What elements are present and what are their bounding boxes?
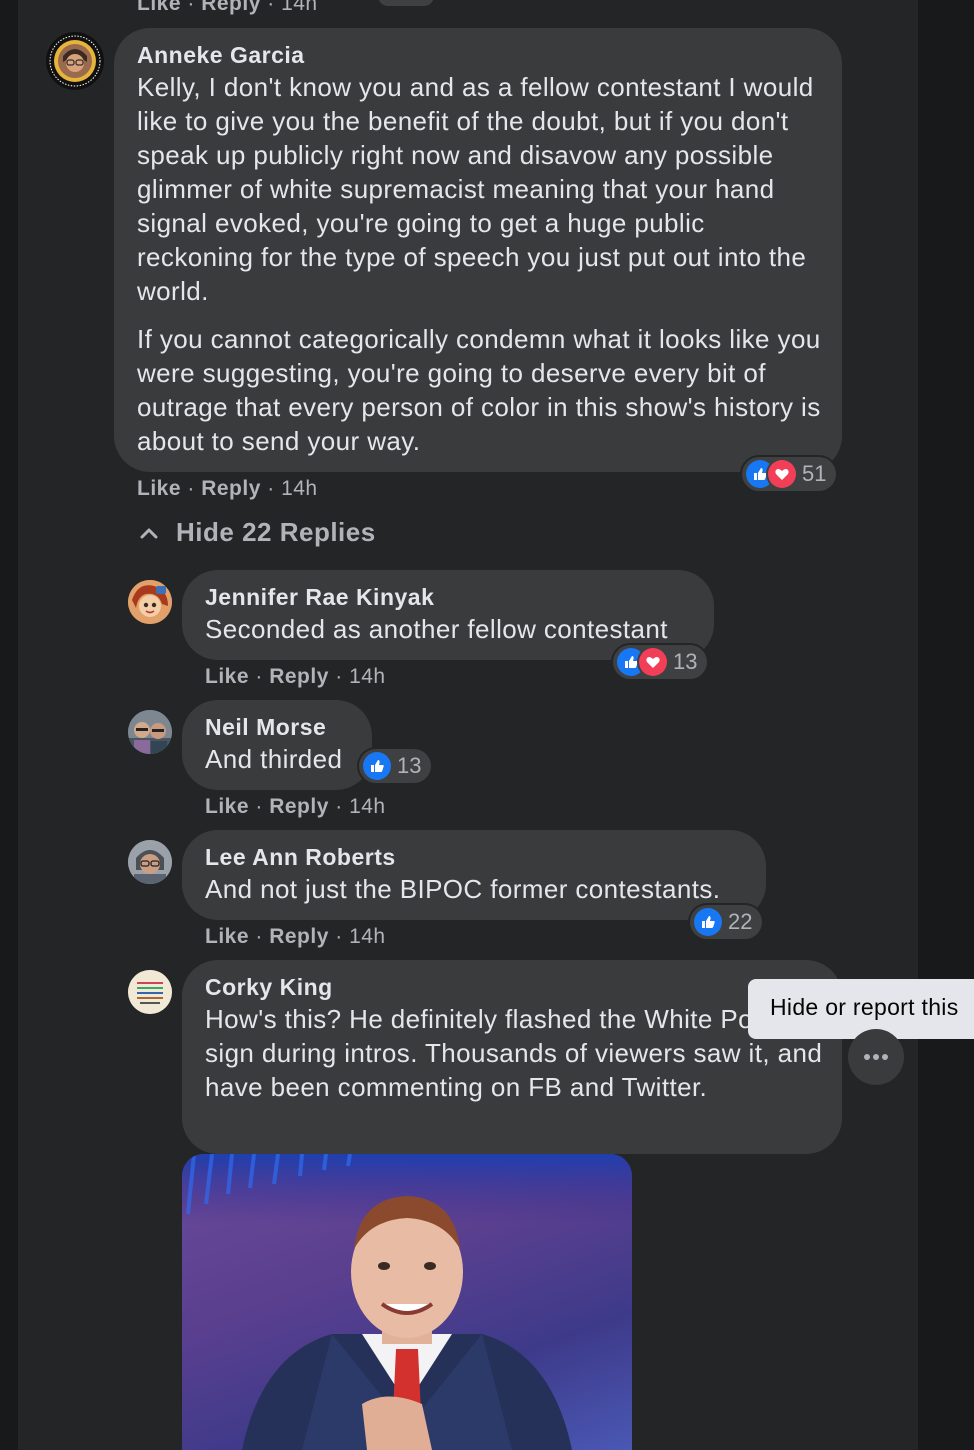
reply-link[interactable]: Reply [269, 665, 329, 688]
reaction-count: 51 [802, 461, 827, 486]
reply-link[interactable]: Reply [269, 795, 329, 818]
more-options-button[interactable] [848, 1029, 904, 1085]
timestamp: 14h [349, 925, 386, 948]
like-link[interactable]: Like [205, 795, 249, 818]
avatar[interactable] [46, 32, 104, 90]
avatar[interactable] [128, 840, 172, 884]
reply-bubble: Corky King How's this? He definitely fla… [182, 960, 842, 1154]
reply-actions: Like · Reply · 14h [205, 925, 386, 948]
reaction-count-badge[interactable]: 13 [613, 645, 708, 679]
reply-text: How's this? He definitely flashed the Wh… [205, 1004, 823, 1102]
hide-or-report-tooltip: Hide or report this [748, 979, 974, 1039]
reply-link[interactable]: Reply [201, 477, 261, 500]
reaction-count: 22 [728, 909, 753, 934]
hide-replies-label: Hide 22 Replies [176, 517, 376, 547]
timestamp: 14h [281, 477, 318, 500]
reply-author[interactable]: Jennifer Rae Kinyak [205, 584, 434, 611]
blm-badge-avatar [47, 33, 103, 89]
comment-text: Kelly, I don't know you and as a fellow … [137, 72, 814, 306]
reply-author[interactable]: Lee Ann Roberts [205, 844, 396, 871]
comment-author[interactable]: Anneke Garcia [137, 42, 305, 69]
comment-text: If you cannot categorically condemn what… [137, 324, 821, 456]
love-reaction-icon [639, 648, 667, 676]
reply-link[interactable]: Reply [269, 925, 329, 948]
avatar[interactable] [128, 970, 172, 1014]
comment-bubble: Anneke Garcia Kelly, I don't know you an… [114, 28, 842, 472]
photo-avatar-image [128, 840, 172, 884]
sign-avatar-image [128, 970, 172, 1014]
reply-text: And thirded [205, 744, 343, 774]
love-reaction-icon [768, 460, 796, 488]
reaction-count-badge[interactable]: 13 [359, 749, 432, 783]
reply-bubble: Neil Morse And thirded [182, 700, 372, 790]
timestamp: 14h [349, 665, 386, 688]
ellipsis-icon [864, 1054, 888, 1060]
reply-link[interactable]: Reply [201, 0, 261, 15]
timestamp: 14h [281, 0, 318, 15]
avatar[interactable] [128, 580, 172, 624]
reaction-count-badge[interactable]: 51 [742, 457, 837, 491]
cartoon-avatar-image [128, 580, 172, 624]
like-link[interactable]: Like [205, 925, 249, 948]
previous-reaction-badge [378, 0, 434, 6]
like-reaction-icon [363, 752, 391, 780]
previous-comment-meta: Like · Reply · 14h [137, 0, 318, 16]
chevron-up-icon [140, 528, 158, 538]
timestamp: 14h [349, 795, 386, 818]
like-link[interactable]: Like [137, 477, 181, 500]
reply-author[interactable]: Corky King [205, 974, 333, 1001]
photo-avatar-image [128, 710, 172, 754]
like-link[interactable]: Like [137, 0, 181, 15]
reaction-count-badge[interactable]: 22 [690, 905, 763, 939]
reply-bubble: Lee Ann Roberts And not just the BIPOC f… [182, 830, 766, 920]
tooltip-text: Hide or report this [770, 994, 959, 1020]
hide-replies-toggle[interactable]: Hide 22 Replies [138, 517, 376, 548]
attached-photo[interactable] [182, 1154, 632, 1450]
reply-text: Seconded as another fellow contestant [205, 614, 668, 644]
reaction-count: 13 [397, 753, 422, 778]
reply-author[interactable]: Neil Morse [205, 714, 326, 741]
avatar[interactable] [128, 710, 172, 754]
reaction-count: 13 [673, 649, 698, 674]
contestant-photo-image [182, 1154, 632, 1450]
like-link[interactable]: Like [205, 665, 249, 688]
reply-actions: Like · Reply · 14h [205, 665, 386, 688]
comment-actions: Like · Reply · 14h [137, 477, 318, 500]
reply-actions: Like · Reply · 14h [205, 795, 386, 818]
like-reaction-icon [694, 908, 722, 936]
reply-text: And not just the BIPOC former contestant… [205, 874, 721, 904]
